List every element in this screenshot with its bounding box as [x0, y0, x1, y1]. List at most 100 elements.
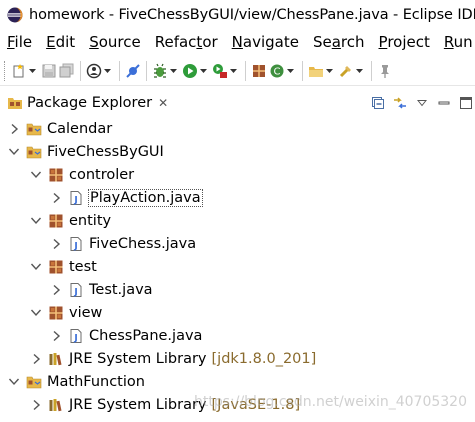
- chevron-down-icon[interactable]: [30, 261, 42, 273]
- package-icon: [48, 213, 64, 229]
- tree-item[interactable]: Calendar: [0, 117, 475, 140]
- chevron-right-icon[interactable]: [50, 192, 62, 204]
- toolbar-separator: [80, 60, 81, 81]
- toolbar-separator: [302, 60, 303, 81]
- window-title: homework - FiveChessByGUI/view/ChessPane…: [29, 6, 475, 23]
- chevron-down-icon[interactable]: [28, 61, 37, 81]
- run-external-tools-icon[interactable]: [211, 61, 229, 81]
- package-tree: Calendar FiveChessByGUI controler J PlayActi…: [0, 117, 475, 422]
- new-java-package-icon[interactable]: [250, 61, 268, 81]
- collapse-all-icon[interactable]: [369, 94, 387, 112]
- svg-text:C: C: [274, 66, 281, 77]
- maximize-icon[interactable]: [457, 94, 475, 112]
- menu-bar: File Edit Source Refactor Navigate Searc…: [0, 29, 475, 55]
- tree-item[interactable]: FiveChessByGUI: [0, 140, 475, 163]
- tab-label: Package Explorer: [27, 94, 153, 111]
- tree-item[interactable]: view: [0, 301, 475, 324]
- tree-item-label: Test.java: [89, 281, 153, 298]
- chevron-down-icon[interactable]: [8, 146, 20, 158]
- chevron-down-icon[interactable]: [169, 61, 178, 81]
- menu-label: ile: [14, 33, 33, 51]
- project-icon: [26, 121, 42, 137]
- tree-item[interactable]: controler: [0, 163, 475, 186]
- tree-item[interactable]: JRE System Library [jdk1.8.0_201]: [0, 347, 475, 370]
- chevron-down-icon[interactable]: [30, 215, 42, 227]
- main-toolbar: C: [0, 56, 475, 86]
- menu-mnemonic: P: [378, 33, 388, 51]
- tree-item[interactable]: JRE System Library [JavaSE-1.8]: [0, 393, 475, 416]
- menu-file[interactable]: File: [0, 33, 39, 51]
- menu-edit[interactable]: Edit: [39, 33, 82, 51]
- tree-item-label: view: [69, 304, 103, 321]
- save-icon[interactable]: [40, 61, 58, 81]
- tree-item[interactable]: entity: [0, 209, 475, 232]
- chevron-right-icon[interactable]: [8, 123, 20, 135]
- toolbar-separator: [245, 60, 246, 81]
- tree-item-label: test: [69, 258, 97, 275]
- chevron-down-icon[interactable]: [229, 61, 238, 81]
- tree-item[interactable]: J ChessPane.java: [0, 324, 475, 347]
- menu-label-pre: Refac: [154, 33, 197, 51]
- debug-icon[interactable]: [151, 61, 169, 81]
- chevron-right-icon[interactable]: [30, 353, 42, 365]
- view-menu-icon[interactable]: [413, 94, 431, 112]
- pin-editor-icon[interactable]: [376, 61, 394, 81]
- menu-label: rch: [340, 33, 365, 51]
- chevron-right-icon[interactable]: [30, 399, 42, 411]
- menu-search[interactable]: Search: [306, 33, 372, 51]
- svg-text:J: J: [73, 333, 77, 343]
- svg-text:J: J: [73, 195, 77, 205]
- run-icon[interactable]: [181, 61, 199, 81]
- new-java-class-icon[interactable]: C: [268, 61, 286, 81]
- chevron-down-icon[interactable]: [30, 307, 42, 319]
- tree-item-label: PlayAction.java: [88, 188, 203, 207]
- menu-project[interactable]: Project: [372, 33, 437, 51]
- java-file-icon: J: [68, 236, 84, 252]
- toolbar-separator: [371, 60, 372, 81]
- tab-package-explorer[interactable]: Package Explorer ✕: [0, 90, 168, 115]
- tree-item-label: MathFunction: [47, 373, 145, 390]
- java-file-icon: J: [68, 328, 84, 344]
- project-icon: [26, 144, 42, 160]
- menu-mnemonic: E: [46, 33, 56, 51]
- menu-label: un: [453, 33, 473, 51]
- view-toolbar: [365, 90, 475, 115]
- menu-source[interactable]: Source: [82, 33, 148, 51]
- tree-item[interactable]: J PlayAction.java: [0, 186, 475, 209]
- tree-item[interactable]: MathFunction: [0, 370, 475, 393]
- search-icon[interactable]: [337, 61, 355, 81]
- chevron-right-icon[interactable]: [50, 238, 62, 250]
- chevron-down-icon[interactable]: [199, 61, 208, 81]
- chevron-down-icon[interactable]: [355, 61, 364, 81]
- new-wizard-icon[interactable]: [10, 61, 28, 81]
- tree-item[interactable]: J Test.java: [0, 278, 475, 301]
- chevron-right-icon[interactable]: [50, 330, 62, 342]
- terminal-icon[interactable]: [85, 61, 103, 81]
- chevron-down-icon[interactable]: [325, 61, 334, 81]
- link-with-editor-icon[interactable]: [391, 94, 409, 112]
- menu-label: or: [202, 33, 218, 51]
- toolbar-grip[interactable]: [4, 60, 7, 81]
- menu-refactor[interactable]: Refactor: [148, 33, 225, 51]
- tree-item-label: FiveChess.java: [89, 235, 197, 252]
- library-icon: [48, 397, 64, 413]
- close-icon[interactable]: ✕: [158, 96, 168, 110]
- chevron-down-icon[interactable]: [286, 61, 295, 81]
- tree-item[interactable]: test: [0, 255, 475, 278]
- chevron-down-icon[interactable]: [8, 376, 20, 388]
- chevron-right-icon[interactable]: [50, 284, 62, 296]
- skip-breakpoints-icon[interactable]: [124, 61, 142, 81]
- chevron-down-icon[interactable]: [103, 61, 112, 81]
- tree-item[interactable]: J FiveChess.java: [0, 232, 475, 255]
- minimize-icon[interactable]: [435, 94, 453, 112]
- chevron-down-icon[interactable]: [30, 169, 42, 181]
- menu-navigate[interactable]: Navigate: [225, 33, 306, 51]
- menu-run[interactable]: Run: [437, 33, 475, 51]
- project-icon: [26, 374, 42, 390]
- open-type-icon[interactable]: [307, 61, 325, 81]
- package-explorer-icon: [8, 97, 22, 109]
- library-icon: [48, 351, 64, 367]
- package-icon: [48, 305, 64, 321]
- save-all-icon[interactable]: [58, 61, 76, 81]
- tree-item-label: JRE System Library: [69, 350, 207, 367]
